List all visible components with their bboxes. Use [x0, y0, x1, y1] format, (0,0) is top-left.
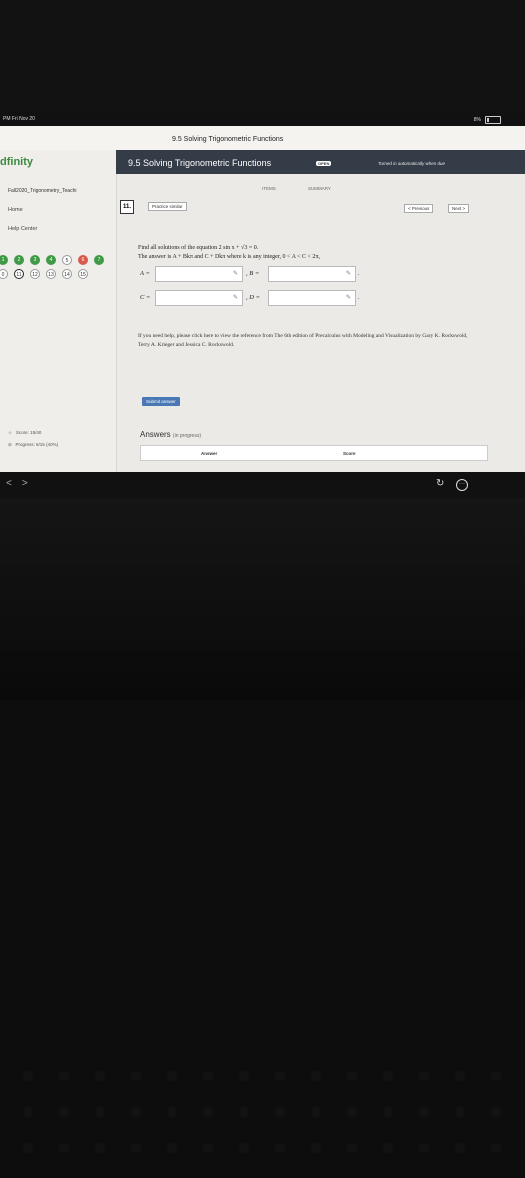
question-nav-2[interactable]: 2	[14, 255, 24, 265]
pencil-icon[interactable]: ✎	[233, 294, 238, 301]
back-icon[interactable]: <	[6, 478, 22, 489]
label-b: , B =	[246, 270, 260, 277]
problem-line-1: Find all solutions of the equation 2 sin…	[138, 245, 259, 251]
question-nav-13[interactable]: 13	[46, 269, 56, 279]
practice-similar-button[interactable]: Practice similar	[148, 202, 187, 211]
course-name[interactable]: Fall2020_Trigonometry_Teachi	[8, 188, 76, 194]
question-nav-12[interactable]: 12	[30, 269, 40, 279]
label-d: , D =	[246, 294, 260, 301]
forward-icon[interactable]: >	[22, 478, 38, 489]
browser-title: 9.5 Solving Trigonometric Functions	[172, 136, 284, 143]
refresh-icon[interactable]: ↻	[436, 478, 444, 489]
assignment-title: 9.5 Solving Trigonometric Functions	[128, 158, 272, 168]
browser-title-bar: 9.5 Solving Trigonometric Functions	[0, 126, 525, 151]
submit-answer-button[interactable]: Submit answer	[142, 397, 180, 406]
period: .	[358, 270, 360, 277]
progress-icon: ⊘	[8, 442, 12, 447]
logo-text: dfinity	[0, 156, 33, 168]
battery-icon	[485, 116, 501, 124]
label-a: A =	[140, 270, 150, 277]
sidebar-item-help-center[interactable]: Help Center	[8, 226, 37, 232]
tab-items[interactable]: ITEMS	[262, 186, 276, 191]
pencil-icon[interactable]: ✎	[346, 294, 351, 301]
previous-button[interactable]: < Previous	[404, 204, 434, 213]
nav-arrows: <>	[6, 478, 38, 489]
label-c: C =	[140, 294, 151, 301]
period: .	[358, 294, 360, 301]
question-nav-3[interactable]: 3	[30, 255, 40, 265]
score-text: Score: 15/40	[15, 430, 42, 435]
tablet-screen: PM Fri Nov 20 8% 9.5 Solving Trigonometr…	[0, 112, 525, 498]
progress-text: Progress: 6/15 (40%)	[15, 442, 59, 447]
help-reference-link[interactable]: If you need help, please click here to v…	[138, 332, 468, 349]
star-icon: ☆	[8, 430, 13, 435]
pencil-icon[interactable]: ✎	[233, 270, 238, 277]
question-nav-0[interactable]: 0	[0, 269, 8, 279]
site-logo[interactable]: dfinity	[0, 156, 33, 168]
answers-heading: Answers (in progress)	[140, 430, 201, 439]
problem-text: Find all solutions of the equation 2 sin…	[138, 244, 320, 262]
device-bezel-bottom	[0, 498, 525, 1178]
pencil-icon[interactable]: ✎	[346, 270, 351, 277]
question-nav-4[interactable]: 4	[46, 255, 56, 265]
sidebar-item-home[interactable]: Home	[8, 207, 23, 213]
browser-bottom-bar: <> ↻ ···	[0, 472, 525, 498]
answers-table-header: Answer Score	[140, 445, 488, 461]
sidebar: dfinity Fall2020_Trigonometry_Teachi Hom…	[0, 150, 117, 498]
progress-stat: ⊘ Progress: 6/15 (40%)	[8, 442, 58, 448]
question-nav-1[interactable]: 1	[0, 255, 8, 265]
question-nav-14[interactable]: 14	[62, 269, 72, 279]
answer-d-input[interactable]: ✎	[268, 290, 356, 306]
question-nav-11[interactable]: 11	[14, 269, 24, 279]
answers-title: Answers	[140, 430, 171, 439]
assignment-header: 9.5 Solving Trigonometric Functions OPEN…	[116, 150, 525, 174]
answer-c-input[interactable]: ✎	[155, 290, 243, 306]
due-notice: Turned in automatically when due	[378, 161, 445, 166]
column-score: Score	[343, 451, 356, 456]
keyboard-reflection	[10, 1058, 515, 1178]
question-nav-15[interactable]: 15	[78, 269, 88, 279]
answers-status: (in progress)	[172, 433, 201, 439]
score-stat: ☆ Score: 15/40	[8, 430, 41, 436]
question-number: 11.	[120, 200, 134, 214]
question-nav-5[interactable]: 5	[62, 255, 72, 265]
status-bar: PM Fri Nov 20 8%	[0, 112, 525, 126]
problem-line-2: The answer is A + Bkπ and C + Dkπ where …	[138, 254, 320, 260]
more-icon[interactable]: ···	[456, 479, 468, 491]
answer-b-input[interactable]: ✎	[268, 266, 356, 282]
battery-percent: 8%	[473, 117, 481, 123]
status-badge: OPEN	[316, 161, 332, 166]
device-bezel-top	[0, 0, 525, 112]
status-time: PM Fri Nov 20	[3, 116, 35, 122]
next-button[interactable]: Next >	[448, 204, 470, 213]
question-nav-6[interactable]: 6	[78, 255, 88, 265]
answer-a-input[interactable]: ✎	[155, 266, 243, 282]
question-nav-7[interactable]: 7	[94, 255, 104, 265]
column-answer: Answer	[201, 451, 218, 456]
tab-summary[interactable]: SUMMARY	[308, 186, 331, 191]
